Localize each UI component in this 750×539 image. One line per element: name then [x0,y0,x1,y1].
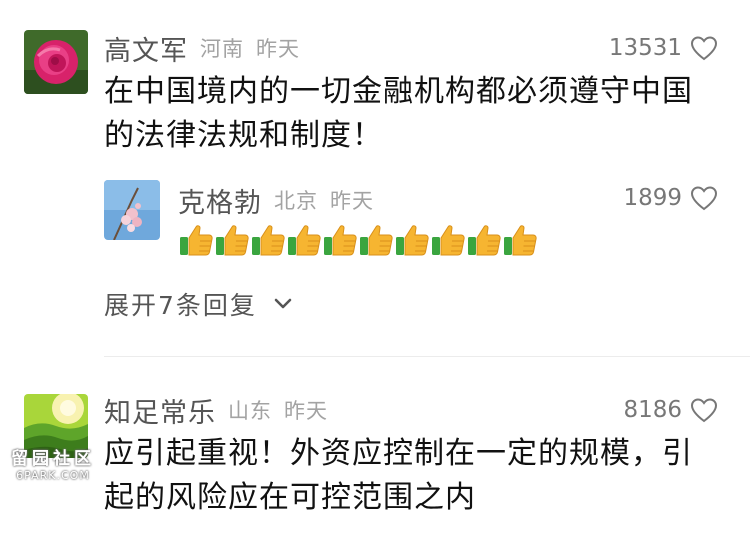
comment-time: 昨天 [256,37,300,61]
author-location: 河南 [200,37,244,61]
like-control[interactable]: 8186 [623,390,718,430]
thumbs-up-icon [252,225,285,256]
like-count: 1899 [623,185,682,211]
heart-icon[interactable] [690,35,718,61]
author-location: 山东 [228,399,272,423]
thumbs-up-icon [396,225,429,256]
comment-text-line: 在中国境内的一切金融机构都必须遵守中国 [104,74,693,109]
thumbs-up-icon [288,225,321,256]
author-name[interactable]: 高文军 [104,29,188,68]
comment-feed: 高文军 河南 昨天 13531 在中国境内的一切金融机构都必须遵守中国 的法律法… [0,0,750,539]
peach-blossom-avatar-icon [104,180,160,240]
like-control[interactable]: 1899 [623,178,718,218]
avatar[interactable] [24,30,88,94]
reply-emoji-text [178,222,538,258]
author-name[interactable]: 知足常乐 [104,391,216,430]
like-control[interactable]: 13531 [609,28,718,68]
comment-text-line: 的法律法规和制度！ [104,118,383,153]
tea-field-avatar-icon [24,394,88,458]
avatar[interactable] [24,394,88,458]
thumbs-up-icon [216,225,249,256]
thumbs-up-icon [324,225,357,256]
thumbs-up-icon [180,225,213,256]
comment-text: 应引起重视！外资应控制在一定的规模，引 起的风险应在可控范围之内 [104,432,693,520]
comment-header: 高文军 河南 昨天 [104,28,300,68]
expand-replies-button[interactable]: 展开7条回复 [104,286,293,322]
expand-replies-label: 展开7条回复 [104,291,257,320]
comment-text: 在中国境内的一切金融机构都必须遵守中国 的法律法规和制度！ [104,70,693,158]
author-location: 北京 [274,189,318,213]
heart-icon[interactable] [690,397,718,423]
comment-time: 昨天 [284,399,328,423]
thumbs-up-icon [432,225,465,256]
comment-time: 昨天 [330,189,374,213]
rose-avatar-icon [24,30,88,94]
author-name[interactable]: 克格勃 [178,181,262,220]
thumbs-up-icon [360,225,393,256]
reply-header: 克格勃 北京 昨天 [178,180,374,220]
thumbs-up-icon [468,225,501,256]
like-count: 8186 [623,397,682,423]
avatar[interactable] [104,180,160,240]
thumbs-up-icon [504,225,537,256]
comment-header: 知足常乐 山东 昨天 [104,390,328,430]
comment-text-line: 应引起重视！外资应控制在一定的规模，引 [104,436,693,471]
heart-icon[interactable] [690,185,718,211]
watermark-line2: 6PARK.COM [16,469,90,482]
comment-text-line: 起的风险应在可控范围之内 [104,480,476,515]
divider [104,356,750,357]
like-count: 13531 [608,35,682,61]
chevron-down-icon [274,298,292,309]
